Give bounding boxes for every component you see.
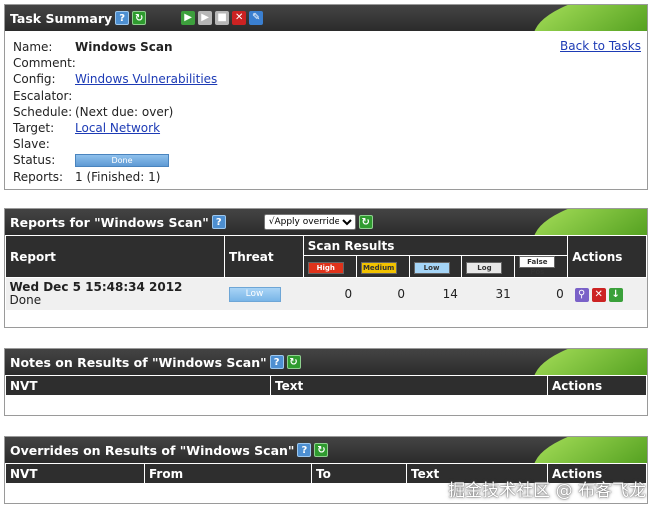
actions-column-header: Actions	[567, 235, 647, 278]
stop-icon[interactable]: ■	[215, 11, 230, 25]
slave-label: Slave:	[13, 137, 50, 152]
back-to-tasks-link[interactable]: Back to Tasks	[560, 39, 641, 53]
delete-icon[interactable]: ✕	[232, 11, 247, 25]
target-label: Target:	[13, 121, 55, 136]
start-icon[interactable]: ▶	[181, 11, 196, 25]
reports-header: Reports for "Windows Scan" ? √Apply over…	[5, 209, 647, 235]
resume-icon[interactable]: ▶	[198, 11, 213, 25]
help-icon[interactable]: ?	[115, 11, 130, 25]
task-summary-body: Back to Tasks Name: Windows Scan Comment:…	[5, 31, 647, 184]
refresh-icon[interactable]: ↻	[286, 355, 301, 369]
status-label: Status:	[13, 153, 56, 168]
download-icon[interactable]: ↓	[608, 287, 623, 302]
table-row: Wed Dec 5 15:48:34 2012 Done Low 0 0 14 …	[5, 277, 647, 310]
nvt-column-header: NVT	[5, 463, 145, 484]
config-link[interactable]: Windows Vulnerabilities	[75, 72, 217, 86]
config-label: Config:	[13, 72, 56, 87]
log-badge: Log	[466, 262, 503, 274]
details-icon[interactable]: ⚲	[574, 287, 589, 302]
nvt-column-header: NVT	[5, 375, 271, 396]
task-summary-header: Task Summary ? ↻ ▶ ▶ ■ ✕ ✎	[5, 5, 647, 31]
schedule-value: (Next due: over)	[75, 104, 174, 119]
notes-table: NVT Text Actions	[5, 375, 647, 396]
watermark-text: 掘金技术社区 @ 布客飞龙	[448, 481, 646, 501]
task-summary-panel: Task Summary ? ↻ ▶ ▶ ■ ✕ ✎ Back to Tasks…	[4, 4, 648, 190]
escalator-label: Escalator:	[13, 88, 73, 103]
false-pos-badge: False Pos	[519, 256, 556, 276]
schedule-label: Schedule:	[13, 104, 73, 119]
report-status: Done	[9, 292, 42, 307]
apply-overrides-select[interactable]: √Apply overrides	[263, 214, 356, 230]
reports-table: Report Threat Scan Results Actions High …	[4, 235, 647, 310]
delete-icon[interactable]: ✕	[591, 287, 606, 302]
medium-count: 0	[397, 286, 406, 301]
false-pos-count: 0	[556, 286, 564, 301]
status-progress-bar: Done	[75, 153, 169, 167]
overrides-title: Overrides on Results of "Windows Scan"	[10, 442, 295, 458]
overrides-header: Overrides on Results of "Windows Scan" ?…	[5, 437, 647, 463]
low-badge: Low	[413, 262, 450, 274]
help-icon[interactable]: ?	[211, 215, 226, 229]
refresh-icon[interactable]: ↻	[358, 215, 373, 229]
help-icon[interactable]: ?	[269, 355, 284, 369]
report-column-header: Report	[4, 235, 226, 278]
high-badge: High	[307, 262, 344, 274]
reports-title: Reports for "Windows Scan"	[10, 214, 209, 230]
reports-panel: Reports for "Windows Scan" ? √Apply over…	[4, 208, 648, 328]
reports-label: Reports:	[13, 169, 64, 184]
scan-results-column-header: Scan Results	[302, 235, 569, 256]
low-count: 14	[442, 286, 458, 301]
refresh-icon[interactable]: ↻	[132, 11, 147, 25]
notes-title: Notes on Results of "Windows Scan"	[10, 354, 267, 370]
refresh-icon[interactable]: ↻	[314, 443, 329, 457]
from-column-header: From	[144, 463, 312, 484]
text-column-header: Text	[270, 375, 548, 396]
name-label: Name:	[13, 40, 53, 55]
edit-icon[interactable]: ✎	[249, 11, 264, 25]
log-count: 31	[495, 286, 511, 301]
notes-panel: Notes on Results of "Windows Scan" ? ↻ N…	[4, 348, 648, 416]
help-icon[interactable]: ?	[297, 443, 312, 457]
threat-column-header: Threat	[224, 235, 304, 278]
comment-label: Comment:	[13, 56, 76, 71]
high-count: 0	[344, 286, 353, 301]
notes-header: Notes on Results of "Windows Scan" ? ↻	[5, 349, 647, 375]
task-summary-title: Task Summary	[10, 10, 113, 26]
task-name: Windows Scan	[75, 40, 173, 55]
actions-column-header: Actions	[547, 375, 647, 396]
report-date: Wed Dec 5 15:48:34 2012	[9, 279, 183, 294]
to-column-header: To	[311, 463, 407, 484]
target-link[interactable]: Local Network	[75, 121, 160, 135]
threat-badge: Low	[228, 287, 281, 303]
medium-badge: Medium	[360, 262, 397, 274]
reports-value: 1 (Finished: 1)	[75, 169, 161, 184]
